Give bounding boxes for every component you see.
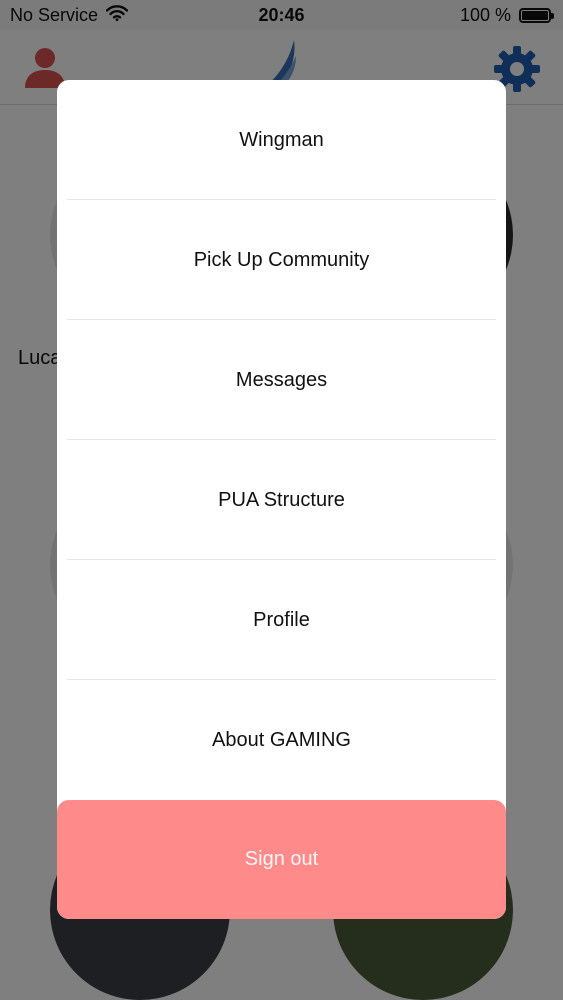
- menu-item-about-gaming[interactable]: About GAMING: [57, 680, 506, 800]
- menu-item-label: Wingman: [239, 128, 324, 151]
- menu-sheet: Wingman Pick Up Community Messages PUA S…: [57, 80, 506, 919]
- menu-item-label: Messages: [235, 368, 328, 391]
- menu-item-label: About GAMING: [212, 728, 351, 751]
- menu-item-label: Profile: [253, 608, 310, 631]
- sign-out-button[interactable]: Sign out: [57, 800, 506, 919]
- menu-item-label: PUA Structure: [218, 488, 345, 511]
- menu-item-pick-up-community[interactable]: Pick Up Community: [57, 200, 506, 320]
- menu-item-label: Pick Up Community: [193, 248, 370, 271]
- menu-item-pua-structure[interactable]: PUA Structure: [57, 440, 506, 560]
- menu-item-messages[interactable]: Messages: [57, 320, 506, 440]
- menu-item-profile[interactable]: Profile: [57, 560, 506, 680]
- menu-item-wingman[interactable]: Wingman: [57, 80, 506, 200]
- sign-out-label: Sign out: [244, 848, 319, 870]
